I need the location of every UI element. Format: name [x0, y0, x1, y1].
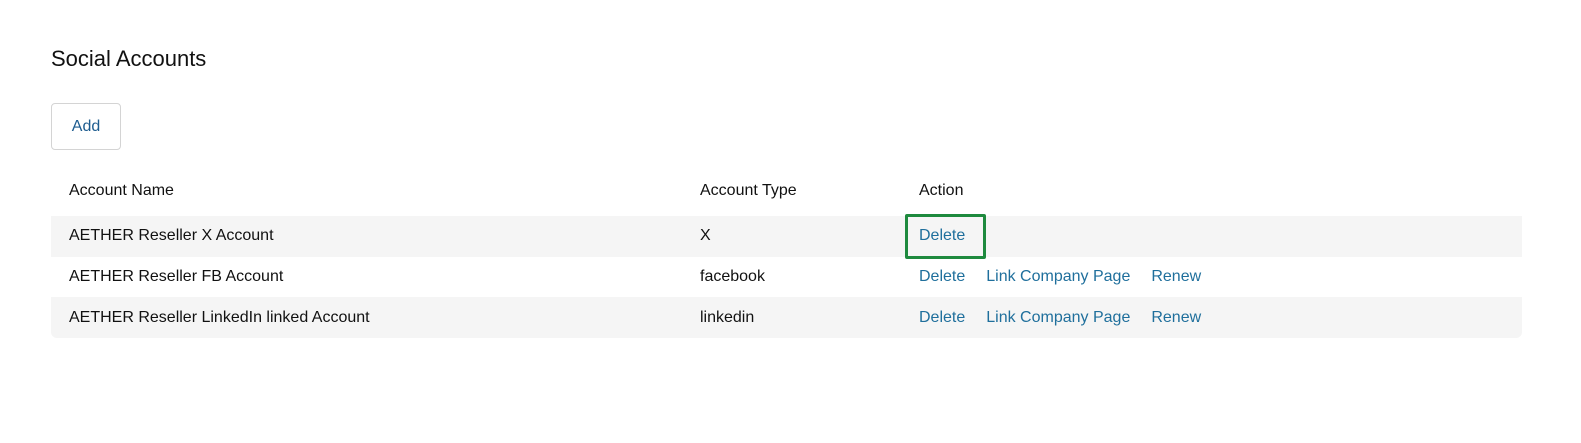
- row-actions: Delete Link Company Page Renew: [905, 297, 1211, 338]
- table-row: AETHER Reseller LinkedIn linked Account …: [51, 297, 1522, 339]
- renew-link[interactable]: Renew: [1140, 258, 1211, 296]
- accounts-table: Account Name Account Type Action AETHER …: [51, 166, 1522, 339]
- account-name-cell: AETHER Reseller X Account: [69, 227, 274, 245]
- table-header: Account Name Account Type Action: [51, 166, 1522, 216]
- account-name-cell: AETHER Reseller FB Account: [69, 268, 284, 286]
- table-row: AETHER Reseller FB Account facebook Dele…: [51, 257, 1522, 298]
- column-header-account-name: Account Name: [69, 182, 174, 199]
- account-name-cell: AETHER Reseller LinkedIn linked Account: [69, 308, 370, 326]
- column-header-account-type: Account Type: [700, 182, 797, 199]
- row-actions: Delete Link Company Page Renew: [905, 257, 1211, 298]
- column-header-action: Action: [919, 182, 964, 199]
- account-type-cell: X: [700, 227, 711, 245]
- renew-link[interactable]: Renew: [1140, 299, 1211, 337]
- link-company-page-link[interactable]: Link Company Page: [975, 299, 1140, 337]
- table-row: AETHER Reseller X Account X Delete: [51, 213, 1522, 259]
- row-actions: Delete: [905, 213, 986, 259]
- delete-link[interactable]: Delete: [905, 299, 975, 337]
- account-type-cell: linkedin: [700, 308, 755, 326]
- page-title: Social Accounts: [51, 46, 207, 71]
- add-account-button[interactable]: Add: [51, 103, 121, 150]
- delete-link[interactable]: Delete: [905, 258, 975, 296]
- link-company-page-link[interactable]: Link Company Page: [975, 258, 1140, 296]
- account-type-cell: facebook: [700, 268, 765, 286]
- delete-link[interactable]: Delete: [905, 213, 986, 259]
